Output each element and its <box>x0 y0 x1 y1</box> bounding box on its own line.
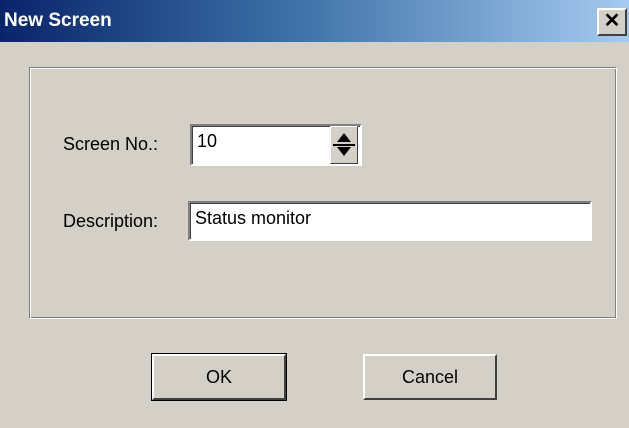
screen-no-spinner[interactable] <box>330 126 358 164</box>
title-bar[interactable]: New Screen ✕ <box>0 0 629 42</box>
description-field[interactable]: Status monitor <box>188 201 592 241</box>
description-label: Description: <box>63 211 159 231</box>
spin-down-icon[interactable] <box>337 147 351 156</box>
screen-no-label: Screen No.: <box>63 134 159 154</box>
spin-up-icon[interactable] <box>337 133 351 142</box>
spin-divider <box>333 144 355 146</box>
close-icon: ✕ <box>603 10 621 32</box>
ok-button[interactable]: OK <box>151 353 287 401</box>
close-button[interactable]: ✕ <box>597 8 627 36</box>
new-screen-dialog: New Screen ✕ Screen No.: 10 Description:… <box>0 0 629 428</box>
form-groupbox <box>29 67 617 319</box>
description-value: Status monitor <box>195 208 312 228</box>
window-title: New Screen <box>4 10 112 31</box>
cancel-button[interactable]: Cancel <box>363 354 497 400</box>
screen-no-value: 10 <box>197 131 218 151</box>
